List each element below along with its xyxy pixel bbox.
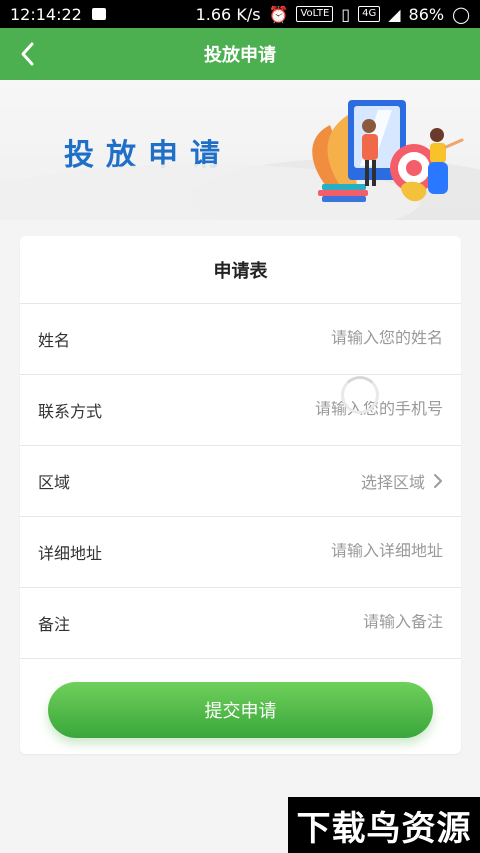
status-right: 1.66 K/s ⏰ VoLTE ▯ 4G ◢ 86% ◯	[196, 5, 470, 24]
form-row-address: 详细地址	[20, 517, 461, 588]
form-row-region[interactable]: 区域 选择区域	[20, 446, 461, 517]
address-input[interactable]	[183, 543, 443, 561]
vibrate-icon: ▯	[341, 4, 351, 24]
network-speed: 1.66 K/s	[195, 4, 261, 24]
remark-label: 备注	[38, 615, 71, 634]
alarm-icon: ⏰	[268, 4, 289, 24]
form-header: 申请表	[20, 236, 461, 304]
volte-badge: VoLTE	[296, 6, 334, 22]
banner: 投放申请	[0, 80, 480, 220]
address-label: 详细地址	[38, 544, 103, 563]
status-time: 12:14:22	[10, 4, 82, 24]
submit-button[interactable]: 提交申请	[48, 682, 433, 738]
form-row-contact: 联系方式	[20, 375, 461, 446]
loading-spinner	[341, 376, 379, 414]
name-input[interactable]	[183, 330, 443, 348]
contact-label: 联系方式	[38, 402, 103, 421]
region-select-text: 选择区域	[360, 473, 425, 492]
nav-bar: 投放申请	[0, 28, 480, 80]
form-title: 申请表	[213, 260, 268, 282]
phone-input[interactable]	[183, 401, 443, 419]
banner-illustration	[0, 100, 480, 220]
region-select[interactable]: 选择区域	[361, 469, 443, 493]
watermark: 下载鸟资源	[288, 797, 480, 853]
back-icon	[21, 42, 34, 66]
signal-icon: ◢	[388, 4, 401, 24]
status-bar: 12:14:22 1.66 K/s ⏰ VoLTE ▯ 4G ◢ 86% ◯	[0, 0, 480, 28]
region-label: 区域	[38, 473, 71, 492]
network-badge: 4G	[358, 6, 381, 22]
form-row-remark: 备注	[20, 588, 461, 659]
remark-input[interactable]	[183, 614, 443, 632]
battery-percent: 86%	[408, 4, 445, 24]
name-label: 姓名	[38, 331, 71, 350]
back-button[interactable]	[14, 38, 42, 70]
battery-icon: ◯	[452, 4, 470, 24]
chevron-right-icon	[434, 474, 442, 488]
application-form-card: 申请表 姓名 联系方式 区域 选择区域 详细地址 备注 提交申请	[20, 236, 461, 754]
status-left: 12:14:22	[10, 5, 106, 24]
form-row-name: 姓名	[20, 304, 461, 375]
gallery-icon	[91, 8, 106, 20]
page-title: 投放申请	[204, 45, 276, 66]
